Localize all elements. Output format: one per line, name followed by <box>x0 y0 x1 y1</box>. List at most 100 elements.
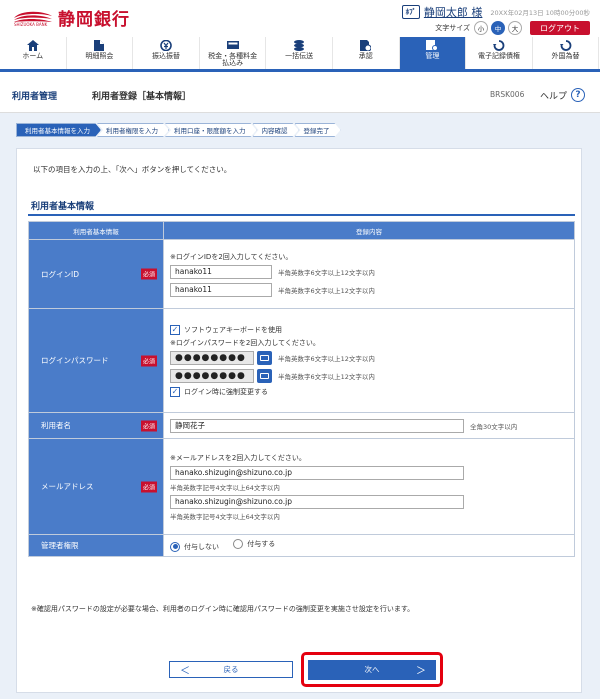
admin-permission-cell: 付与しない 付与する <box>163 534 575 557</box>
nav-forex[interactable]: 外国為替 <box>533 37 600 69</box>
software-keyboard-checkbox[interactable]: ✓ ソフトウェアキーボードを使用 <box>170 324 568 335</box>
nav-home-label: ホーム <box>22 52 44 60</box>
font-size-large-button[interactable]: 大 <box>508 21 522 35</box>
document-icon <box>93 40 105 51</box>
breadcrumb-parent: 利用者管理 <box>12 92 58 102</box>
login-id-note: ※ログインIDを2回入力してください。 <box>170 252 293 261</box>
software-keyboard-label: ソフトウェアキーボードを使用 <box>184 325 282 334</box>
user-area: ﾎﾌﾟ 静岡太郎 様 20XX年02月13日 10時00分00秒 <box>401 4 590 20</box>
email-label: メールアドレス 必須 <box>28 438 164 535</box>
footnote: ※確認用パスワードの設定が必要な場合、利用者のログイン時に確認用パスワードの強制… <box>31 605 415 613</box>
approval-icon <box>360 40 372 51</box>
nav-approval-label: 承認 <box>358 52 373 60</box>
intro-text: 以下の項目を入力の上、「次へ」ボタンを押してください。 <box>33 165 232 174</box>
page-title-bar: 利用者管理 利用者登録［基本情報］ BRSK006 ヘルプ ? <box>0 75 600 113</box>
nav-e-bond-label: 電子記録債権 <box>477 52 520 60</box>
user-name-input[interactable]: 静岡花子 <box>170 418 464 433</box>
login-id-hint: 半角英数字6文字以上12文字以内 <box>278 268 375 277</box>
payment-icon <box>226 40 239 51</box>
forex-icon <box>559 40 572 51</box>
global-nav: ホーム 明細照会 振込振替 税金・各種料金 払込み 一括伝送 承認 管理 電子記… <box>0 37 600 72</box>
login-id-confirm-input[interactable]: hanako11 <box>170 282 272 297</box>
home-icon <box>26 40 39 51</box>
password-confirm-input[interactable]: ●●●●●●●● <box>170 368 254 383</box>
radio-selected-icon <box>170 541 180 552</box>
nav-statements-label: 明細照会 <box>85 52 114 60</box>
header: 静岡銀行 SHIZUOKA BANK ﾎﾌﾟ 静岡太郎 様 20XX年02月13… <box>0 0 600 37</box>
force-change-checkbox[interactable]: ✓ ログイン時に強制変更する <box>170 386 568 397</box>
nav-bulk-transfer[interactable]: 一括伝送 <box>266 37 333 69</box>
nav-transfer[interactable]: 振込振替 <box>133 37 200 69</box>
email-hint: 半角英数字記号4文字以上64文字以内 <box>170 483 280 492</box>
user-info-table: 利用者基本情報 登録内容 ログインID 必須 ※ログインIDを2回入力してください… <box>28 221 575 557</box>
e-bond-icon <box>492 40 505 51</box>
admin-radio-yes-label: 付与する <box>247 540 276 549</box>
help-link[interactable]: ヘルプ ? <box>540 88 586 102</box>
bank-name: 静岡銀行 <box>58 10 130 30</box>
bank-name-en: SHIZUOKA BANK <box>14 22 48 27</box>
keyboard-icon[interactable] <box>257 368 272 383</box>
email-input[interactable]: hanako.shizugin@shizuno.co.jp <box>170 465 464 480</box>
nav-statements[interactable]: 明細照会 <box>67 37 134 69</box>
chevron-left-icon: ＜ <box>180 666 190 677</box>
transfer-icon <box>160 40 172 51</box>
required-badge: 必須 <box>140 481 157 492</box>
force-change-label: ログイン時に強制変更する <box>184 387 268 396</box>
nav-management-label: 管理 <box>425 52 440 60</box>
step-accounts-limits: 利用口座・限度額を入力 <box>165 123 257 137</box>
table-head-content: 登録内容 <box>163 221 575 240</box>
admin-radio-yes[interactable]: 付与する <box>233 539 276 550</box>
form-card: 以下の項目を入力の上、「次へ」ボタンを押してください。 利用者基本情報 利用者基… <box>16 148 582 693</box>
nav-bulk-transfer-label: 一括伝送 <box>285 52 314 60</box>
section-divider <box>28 214 575 216</box>
next-button-label: 次へ <box>364 665 380 674</box>
font-size-small-button[interactable]: 小 <box>474 21 488 35</box>
password-cell: ✓ ソフトウェアキーボードを使用 ※ログインパスワードを2回入力してください。 ●… <box>163 308 575 413</box>
required-badge: 必須 <box>140 355 157 366</box>
login-id-cell: ※ログインIDを2回入力してください。 hanako11 半角英数字6文字以上1… <box>163 239 575 309</box>
screen-id: BRSK006 <box>490 90 525 99</box>
user-name-hint: 全角30文字以内 <box>470 422 518 431</box>
user-name-cell: 静岡花子 全角30文字以内 <box>163 412 575 439</box>
nav-e-bond[interactable]: 電子記録債権 <box>466 37 533 69</box>
password-input[interactable]: ●●●●●●●● <box>170 350 254 365</box>
back-button[interactable]: ＜ 戻る <box>169 661 293 678</box>
back-button-label: 戻る <box>223 665 239 674</box>
logout-button[interactable]: ログアウト <box>530 21 590 35</box>
table-head-item: 利用者基本情報 <box>28 221 164 240</box>
checkbox-checked-icon: ✓ <box>170 386 180 397</box>
chevron-right-icon: ＞ <box>416 666 426 677</box>
step-basic-info: 利用者基本情報を入力 <box>16 123 101 137</box>
user-badge-icon: ﾎﾌﾟ <box>401 5 420 19</box>
email-cell: ※メールアドレスを2回入力してください。 hanako.shizugin@shi… <box>163 438 575 535</box>
step-confirm: 内容確認 <box>253 123 299 137</box>
nav-home[interactable]: ホーム <box>0 37 67 69</box>
nav-management[interactable]: 管理 <box>399 37 467 69</box>
nav-approval[interactable]: 承認 <box>333 37 400 69</box>
required-badge: 必須 <box>140 268 157 280</box>
required-badge: 必須 <box>140 420 157 431</box>
help-icon: ? <box>571 88 586 102</box>
font-size-medium-button[interactable]: 中 <box>491 21 505 35</box>
nav-forex-label: 外国為替 <box>551 52 580 60</box>
next-button-highlight: 次へ ＞ <box>301 652 443 687</box>
main-area: 利用者基本情報を入力 利用者権限を入力 利用口座・限度額を入力 内容確認 登録完… <box>0 113 600 699</box>
font-size-switcher: 文字サイズ 小 中 大 ログアウト <box>435 21 590 35</box>
user-name-link[interactable]: 静岡太郎 様 <box>424 4 483 20</box>
admin-radio-no-label: 付与しない <box>184 542 219 551</box>
page-title: 利用者登録［基本情報］ <box>92 92 192 102</box>
coins-icon <box>293 40 305 51</box>
password-confirm-hint: 半角英数字6文字以上12文字以内 <box>278 372 375 381</box>
next-button[interactable]: 次へ ＞ <box>308 659 436 680</box>
login-time: 20XX年02月13日 10時00分00秒 <box>490 9 590 17</box>
radio-unselected-icon <box>233 539 244 550</box>
nav-transfer-label: 振込振替 <box>151 52 180 60</box>
keyboard-icon[interactable] <box>257 350 272 365</box>
help-label: ヘルプ <box>540 91 568 102</box>
admin-radio-no[interactable]: 付与しない <box>170 541 219 552</box>
section-title: 利用者基本情報 <box>31 202 95 212</box>
email-note: ※メールアドレスを2回入力してください。 <box>170 453 306 462</box>
email-confirm-input[interactable]: hanako.shizugin@shizuno.co.jp <box>170 494 464 509</box>
nav-tax-payment[interactable]: 税金・各種料金 払込み <box>200 37 267 69</box>
login-id-input[interactable]: hanako11 <box>170 264 272 279</box>
